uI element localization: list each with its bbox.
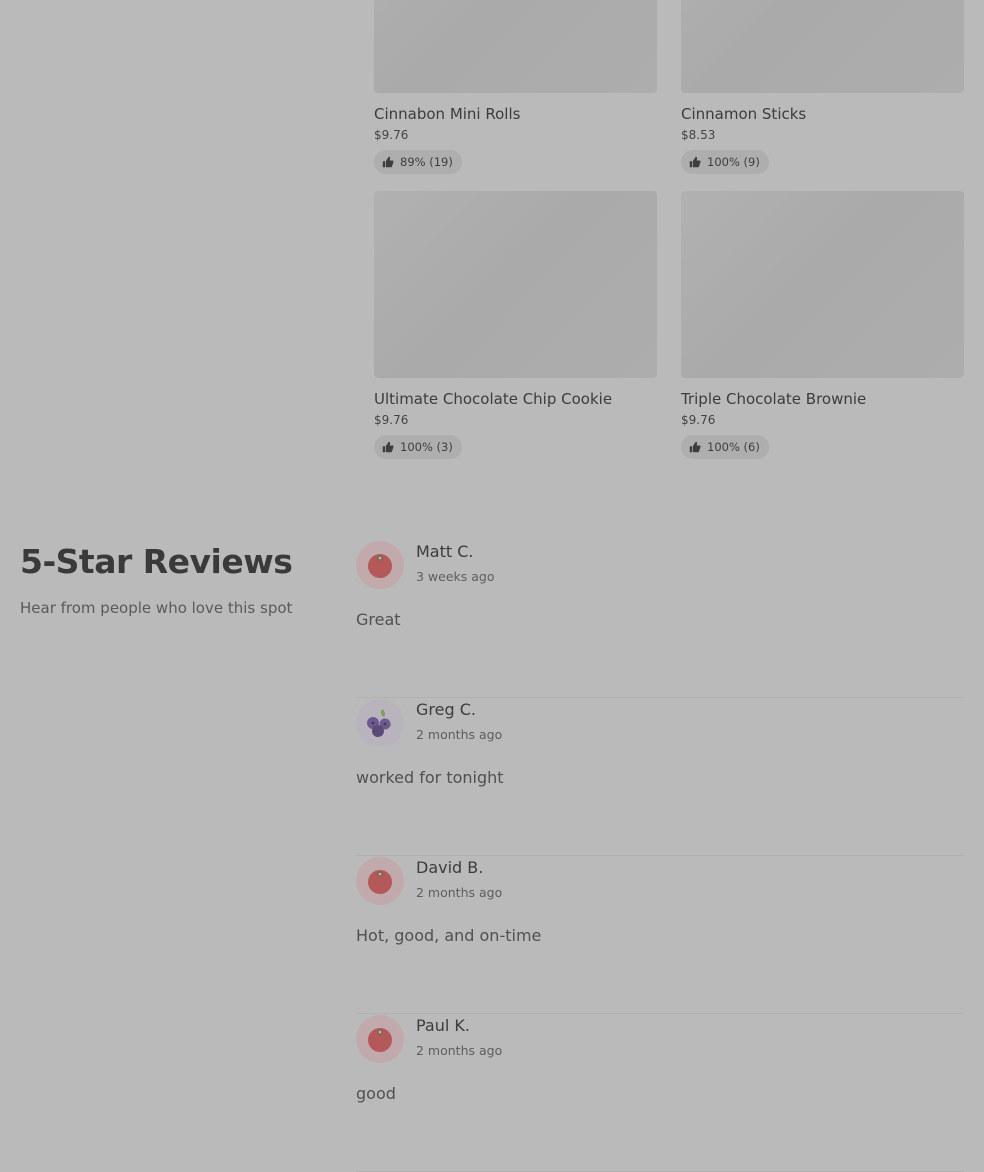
blueberry-avatar-icon (356, 699, 404, 747)
rating-badge: 89% (19) (374, 150, 462, 174)
review-text: Great (356, 610, 401, 629)
reviewer-name: Matt C. (416, 542, 474, 561)
thumbs-up-icon (382, 156, 394, 168)
reviews-header: 5-Star Reviews Hear from people who love… (20, 540, 320, 618)
tomato-avatar-icon (356, 541, 404, 589)
review-item: David B. 2 months ago Hot, good, and on-… (356, 856, 964, 1014)
product-price: $9.76 (374, 128, 409, 142)
rating-badge: 100% (9) (681, 150, 769, 174)
reviews-title: 5-Star Reviews (20, 542, 293, 581)
product-price: $8.53 (681, 128, 716, 142)
reviews-subtitle: Hear from people who love this spot (20, 599, 293, 617)
product-card[interactable]: Cinnamon Sticks $8.53 100% (9) (681, 0, 964, 174)
tomato-avatar-icon (356, 1015, 404, 1063)
review-text: worked for tonight (356, 768, 504, 787)
product-price: $9.76 (681, 413, 716, 427)
product-name[interactable]: Triple Chocolate Brownie (681, 389, 964, 409)
reviews-list: Matt C. 3 weeks ago Great Greg C. 2 mont… (356, 540, 964, 1172)
reviewer-name: Greg C. (416, 700, 476, 719)
review-item: Paul K. 2 months ago good (356, 1014, 964, 1172)
product-name[interactable]: Cinnabon Mini Rolls (374, 104, 657, 124)
product-price: $9.76 (374, 413, 409, 427)
rating-text: 100% (9) (707, 155, 760, 169)
product-image[interactable] (374, 191, 657, 378)
product-image[interactable] (681, 0, 964, 93)
review-text: Hot, good, and on-time (356, 926, 542, 945)
review-item: Greg C. 2 months ago worked for tonight (356, 698, 964, 856)
product-name[interactable]: Cinnamon Sticks (681, 104, 964, 124)
product-name[interactable]: Ultimate Chocolate Chip Cookie (374, 389, 657, 409)
thumbs-up-icon (689, 156, 701, 168)
thumbs-up-icon (689, 441, 701, 453)
product-card[interactable]: Cinnabon Mini Rolls $9.76 89% (19) (374, 0, 657, 174)
reviewer-name: Paul K. (416, 1016, 470, 1035)
product-card[interactable]: Ultimate Chocolate Chip Cookie $9.76 100… (374, 191, 657, 459)
review-date: 2 months ago (416, 885, 503, 900)
product-image[interactable] (374, 0, 657, 93)
thumbs-up-icon (382, 441, 394, 453)
rating-text: 89% (19) (400, 155, 453, 169)
review-text: good (356, 1084, 396, 1103)
review-item: Matt C. 3 weeks ago Great (356, 540, 964, 698)
tomato-avatar-icon (356, 857, 404, 905)
review-date: 2 months ago (416, 1043, 503, 1058)
review-date: 3 weeks ago (416, 569, 495, 584)
product-card[interactable]: Triple Chocolate Brownie $9.76 100% (6) (681, 191, 964, 459)
rating-badge: 100% (3) (374, 435, 462, 459)
rating-badge: 100% (6) (681, 435, 769, 459)
rating-text: 100% (6) (707, 440, 760, 454)
product-image[interactable] (681, 191, 964, 378)
rating-text: 100% (3) (400, 440, 453, 454)
reviewer-name: David B. (416, 858, 484, 877)
review-date: 2 months ago (416, 727, 503, 742)
